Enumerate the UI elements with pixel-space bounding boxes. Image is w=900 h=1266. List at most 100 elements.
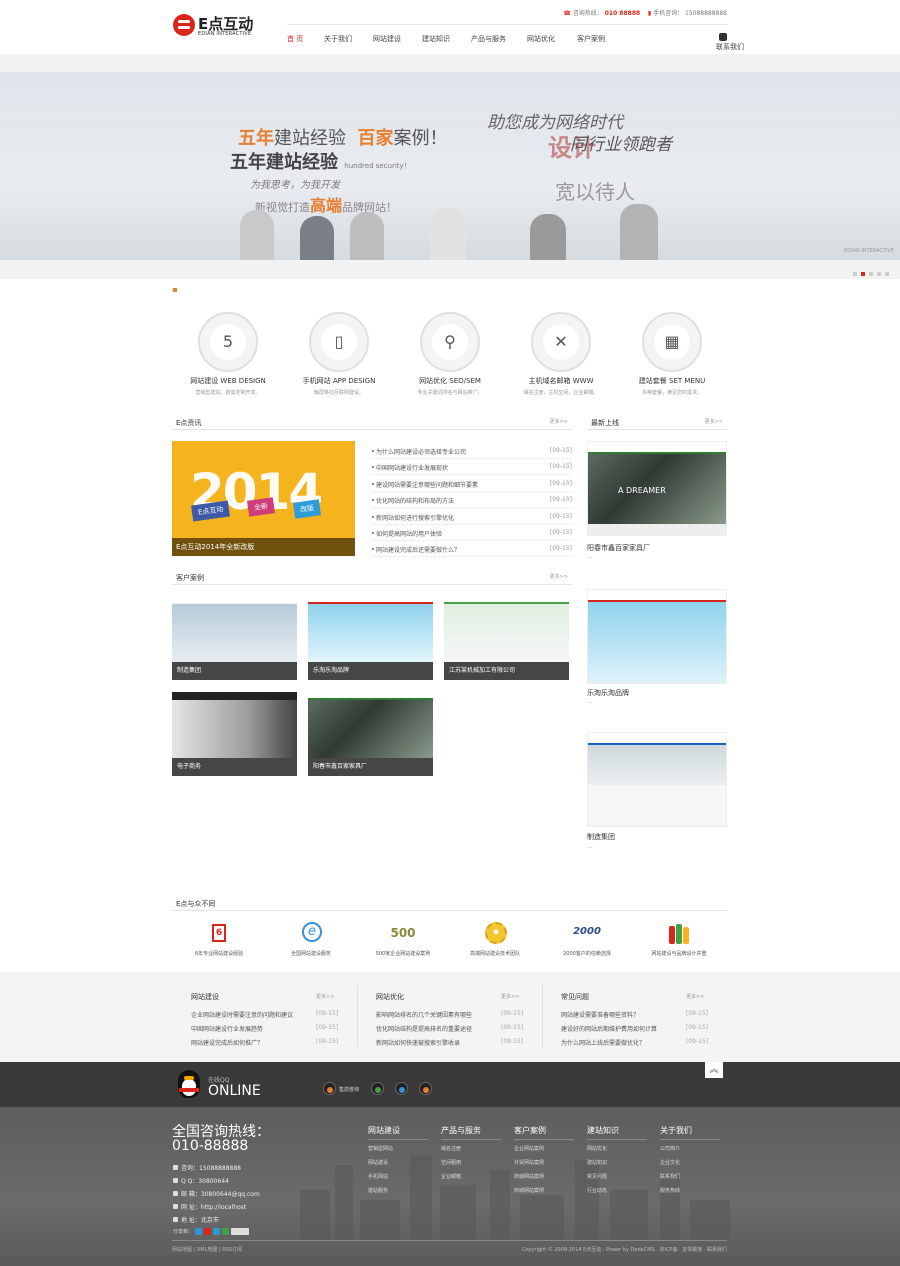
back-to-top-button[interactable]: ︽	[705, 1062, 723, 1078]
case-card[interactable]: 制造集团	[172, 596, 297, 680]
footer-link[interactable]: 手机网站	[368, 1173, 428, 1187]
share-qzone-icon[interactable]	[194, 1228, 202, 1235]
latest-caption[interactable]: 乐淘乐淘品牌	[587, 688, 629, 698]
faq-item[interactable]: 企业网站建设时需要注意的问题和建议	[191, 1010, 293, 1019]
service-seo[interactable]: ⚲ 网站优化 SEO/SEM 专业关键词排名与网站推广。	[395, 312, 505, 402]
footer-link[interactable]: 公司简介	[660, 1145, 720, 1159]
news-feature-image[interactable]: 2014 E点互动 全新 改版 E点互动2014年全新改版	[172, 441, 355, 556]
footer-link[interactable]: 企业文化	[660, 1159, 720, 1173]
faq-item[interactable]: 中国网站建设行业发展趋势	[191, 1024, 263, 1033]
qq-service-label[interactable]: 售前咨询	[339, 1086, 359, 1093]
qq-chat-icon[interactable]	[419, 1082, 432, 1095]
slide-dot[interactable]	[853, 272, 857, 276]
service-app-design[interactable]: ▯ 手机网站 APP DESIGN 触屏移动互联网建设。	[284, 312, 394, 402]
footer-link[interactable]: 建站知识	[587, 1159, 647, 1173]
latest-title: 最新上线	[591, 419, 619, 427]
footer-link[interactable]: 网站优化	[587, 1145, 647, 1159]
faq-item[interactable]: 影响网站排名的几个关键因素有哪些	[376, 1010, 472, 1019]
nav-products[interactable]: 产品与服务	[471, 34, 506, 44]
footer-link[interactable]: 营销型网站	[368, 1145, 428, 1159]
footer-link[interactable]: 企业网站案例	[514, 1145, 574, 1159]
news-item-date: [09-15]	[549, 480, 572, 487]
news-more-link[interactable]: 更多>>	[550, 418, 568, 425]
news-item[interactable]: 建设网站需要注意哪些问题和细节要素 [09-15]	[371, 476, 572, 492]
qq-chat-icon[interactable]	[395, 1082, 408, 1095]
latest-more-link[interactable]: 更多>>	[705, 418, 723, 425]
news-item[interactable]: 如何提高网站的用户体验 [09-15]	[371, 525, 572, 541]
news-item[interactable]: 为什么网站建设必须选择专业公司 [09-15]	[371, 443, 572, 459]
footer-sitemap-links[interactable]: 网站地图 | XML地图 | RSS订阅	[172, 1246, 242, 1253]
qq-chat-icon[interactable]	[371, 1082, 384, 1095]
footer-link[interactable]: 商城网站案例	[514, 1187, 574, 1201]
site-logo[interactable]: E点互动 EDIAN INTERACTIVE	[173, 13, 263, 41]
ie-glyph: e	[302, 922, 322, 942]
share-weibo-icon[interactable]	[203, 1228, 211, 1235]
nav-seo[interactable]: 网站优化	[527, 34, 555, 44]
ie-icon: e	[294, 922, 328, 946]
slide-dot[interactable]	[877, 272, 881, 276]
case-card[interactable]: 阳春市鑫百家家具厂	[308, 692, 433, 776]
footer-link[interactable]: 空间租用	[441, 1159, 501, 1173]
footer-link[interactable]: 行业动态	[587, 1187, 647, 1201]
nav-about[interactable]: 关于我们	[324, 34, 352, 44]
service-web-design[interactable]: 5 网站建设 WEB DESIGN 营销型建站，按需定制开发。	[173, 312, 283, 402]
cases-more-link[interactable]: 更多>>	[550, 573, 568, 580]
latest-caption[interactable]: 阳春市鑫百家家具厂	[587, 543, 650, 553]
why-label: 全国网站建设服务	[290, 951, 331, 957]
latest-caption[interactable]: 制造集团	[587, 832, 615, 842]
faq-item[interactable]: 网站建设需要准备哪些资料？	[561, 1010, 639, 1019]
footer-col-title: 关于我们	[660, 1125, 720, 1140]
contact-text: 网 址：http://localhost	[181, 1204, 247, 1211]
faq-item[interactable]: 网站建设完成后如何推广？	[191, 1038, 263, 1047]
share-more-icon[interactable]	[230, 1228, 249, 1235]
footer-contact-line: 网 址：http://localhost	[173, 1202, 246, 1211]
slide-dot-active[interactable]	[861, 272, 865, 276]
footer-link[interactable]: 常见问题	[587, 1173, 647, 1187]
latest-thumb[interactable]: A DREAMER	[587, 441, 727, 536]
faq-more-link[interactable]: 更多>>	[501, 993, 519, 1000]
hero-banner[interactable]: 五年建站经验 百家案例！ 五年建站经验 hundred security！ 为我…	[0, 72, 900, 260]
slide-dot[interactable]	[869, 272, 873, 276]
footer-link[interactable]: 商城网站案例	[514, 1173, 574, 1187]
faq-item[interactable]: 为什么网站上线后需要做优化？	[561, 1038, 645, 1047]
service-hosting[interactable]: ✕ 主机域名邮箱 WWW 域名注册，主机空间，企业邮箱。	[506, 312, 616, 402]
case-card[interactable]: 电子商务	[172, 692, 297, 776]
share-tweibo-icon[interactable]	[212, 1228, 220, 1235]
nav-web-build[interactable]: 网站建设	[373, 34, 401, 44]
service-set-menu[interactable]: ▦ 建站套餐 SET MENU 多种套餐，满足您的需求。	[617, 312, 727, 402]
latest-thumb[interactable]	[587, 589, 727, 684]
news-item[interactable]: 中国网站建设行业发展现状 [09-15]	[371, 459, 572, 475]
footer-link[interactable]: 服务热线	[660, 1187, 720, 1201]
news-item[interactable]: 新网站如何进行搜索引擎优化 [09-15]	[371, 509, 572, 525]
footer-link[interactable]: 联系我们	[660, 1173, 720, 1187]
faq-more-link[interactable]: 更多>>	[316, 993, 334, 1000]
share-renren-icon[interactable]	[221, 1228, 229, 1235]
nav-home[interactable]: 首 页	[287, 34, 303, 44]
news-header: E点资讯 更多>>	[172, 414, 572, 430]
nav-cases[interactable]: 客户案例	[577, 34, 605, 44]
latest-thumb[interactable]	[587, 732, 727, 827]
why-header: E点与众不同	[172, 895, 727, 911]
nav-knowledge[interactable]: 建站知识	[422, 34, 450, 44]
footer-link[interactable]: 企业邮箱	[441, 1173, 501, 1187]
footer-link[interactable]: 网站建设	[368, 1159, 428, 1173]
faq-more-link[interactable]: 更多>>	[686, 993, 704, 1000]
faq-item[interactable]: 新网站如何快速被搜索引擎收录	[376, 1038, 460, 1047]
footer-link[interactable]: 建站服务	[368, 1187, 428, 1201]
latest-sub: ...	[587, 843, 593, 850]
case-card[interactable]: 江苏某机械加工有限公司	[444, 596, 569, 680]
news-item[interactable]: 优化网站的结构和布局的方法 [09-15]	[371, 492, 572, 508]
footer-link[interactable]: 域名注册	[441, 1145, 501, 1159]
qq-chat-icon[interactable]	[323, 1082, 336, 1095]
news-item[interactable]: 网站建设完成后还需要做什么？ [09-15]	[371, 541, 572, 557]
case-card[interactable]: 乐淘乐淘品牌	[308, 596, 433, 680]
faq-item[interactable]: 优化网站结构是提高排名的重要途径	[376, 1024, 472, 1033]
hotline-number: 010 88888	[604, 10, 641, 17]
news-item-title: 新网站如何进行搜索引擎优化	[371, 515, 455, 522]
faq-item[interactable]: 建设好的网站后期维护费用如何计算	[561, 1024, 657, 1033]
footer-col: 产品与服务 域名注册 空间租用 企业邮箱	[441, 1125, 501, 1187]
footer-link[interactable]: 外贸网站案例	[514, 1159, 574, 1173]
user-icon	[719, 33, 727, 41]
contact-link[interactable]: 联系我们	[716, 33, 744, 51]
slide-dot[interactable]	[885, 272, 889, 276]
